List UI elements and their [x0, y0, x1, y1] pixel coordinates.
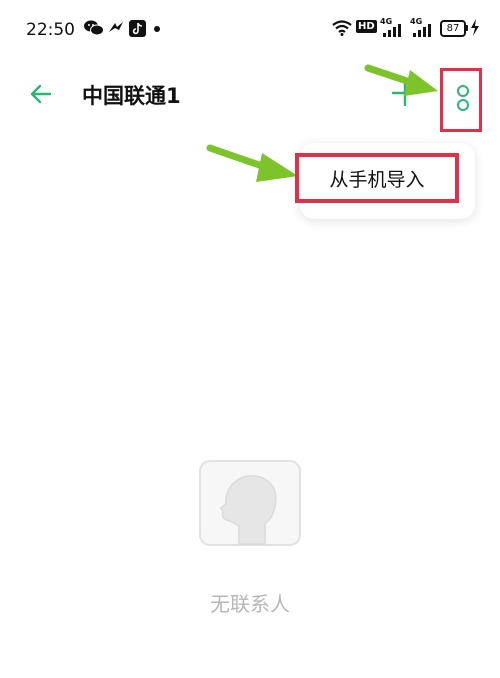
app-notification-icon — [109, 22, 123, 32]
arrow-left-icon[interactable] — [26, 79, 56, 109]
wechat-icon — [84, 20, 104, 36]
signal-bars-icon — [383, 24, 401, 37]
tiktok-icon — [129, 20, 146, 37]
overflow-menu: 从手机导入 — [295, 143, 475, 219]
person-silhouette-icon — [199, 460, 301, 546]
status-bar: 22:50 HD 4G 4G 87 — [0, 0, 500, 60]
hd-badge: HD — [356, 20, 377, 33]
status-time: 22:50 — [26, 20, 75, 40]
vertical-dots-icon — [457, 85, 469, 97]
page-title: 中国联通1 — [82, 84, 181, 108]
annotation-arrow-icon — [206, 144, 298, 182]
wifi-icon — [332, 20, 352, 36]
empty-state-label: 无联系人 — [210, 592, 290, 616]
more-options-button[interactable] — [440, 68, 482, 132]
notification-dot-icon — [154, 26, 160, 32]
vertical-dots-icon — [457, 99, 469, 111]
signal-bars-icon — [413, 24, 431, 37]
annotation-arrow-icon — [364, 64, 438, 96]
charging-bolt-icon — [471, 19, 479, 36]
battery-level: 87 — [440, 20, 466, 37]
menu-item-import-from-phone[interactable]: 从手机导入 — [295, 153, 459, 203]
battery-tip — [465, 25, 468, 31]
